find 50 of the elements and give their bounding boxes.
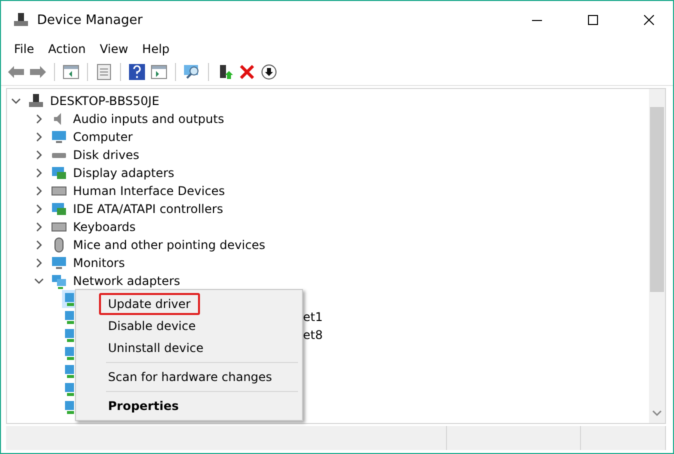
context-menu-item[interactable]: Disable device [99, 315, 205, 337]
adapter-card-icon [51, 201, 67, 217]
download-button[interactable] [260, 63, 278, 81]
forward-button[interactable] [29, 63, 47, 81]
action-pane-button[interactable] [150, 63, 168, 81]
tree-item[interactable]: Human Interface Devices [73, 184, 225, 198]
tree-item[interactable]: Monitors [73, 256, 125, 270]
menu-item[interactable]: View [92, 42, 136, 56]
menu-item[interactable]: Help [135, 42, 177, 56]
adapter-card-icon [51, 165, 67, 181]
network-adapter-icon [65, 310, 74, 324]
scrollbar[interactable] [649, 89, 665, 423]
context-menu-item[interactable]: Update driver [99, 293, 200, 315]
tree-item[interactable]: Disk drives [73, 148, 140, 162]
monitor-icon [51, 129, 67, 145]
maximize-icon [588, 15, 598, 25]
network-adapter-icon [65, 400, 74, 414]
tree-item[interactable]: Keyboards [73, 220, 136, 234]
context-menu-item[interactable]: Uninstall device [99, 337, 213, 359]
scroll-down-icon[interactable] [652, 409, 662, 417]
scan-hardware-button[interactable] [183, 63, 201, 81]
window-title: Device Manager [37, 12, 144, 28]
tree-item[interactable]: Mice and other pointing devices [73, 238, 266, 252]
network-icon [51, 273, 67, 289]
monitor-icon [51, 255, 67, 271]
tree-item-text: et1 [303, 310, 323, 324]
close-icon [644, 15, 654, 25]
tree-item[interactable]: DESKTOP-BBS50JE [50, 94, 160, 108]
uninstall-button[interactable] [238, 63, 256, 81]
menu-item[interactable]: Action [41, 42, 93, 56]
network-adapter-icon [65, 382, 74, 396]
network-adapter-icon [65, 292, 74, 306]
computer-icon [13, 12, 29, 28]
network-adapter-icon [65, 328, 74, 342]
tree-item-text: et8 [303, 328, 323, 342]
properties-button[interactable] [95, 63, 113, 81]
tree-item[interactable]: Display adapters [73, 166, 174, 180]
help-button[interactable] [128, 63, 146, 81]
tree-item[interactable]: Network adapters [73, 274, 180, 288]
context-menu-item[interactable]: Scan for hardware changes [99, 366, 282, 388]
scrollbar-thumb[interactable] [650, 107, 664, 292]
context-menu-item[interactable]: Properties [99, 395, 188, 417]
tree-item[interactable]: Computer [73, 130, 133, 144]
tree-item[interactable]: Audio inputs and outputs [73, 112, 224, 126]
network-adapter-icon [65, 346, 74, 360]
computer-icon [28, 93, 44, 109]
console-tree-button[interactable] [62, 63, 80, 81]
network-adapter-icon [65, 364, 74, 378]
menu-item[interactable]: File [7, 42, 42, 56]
tree-item[interactable]: IDE ATA/ATAPI controllers [73, 202, 224, 216]
